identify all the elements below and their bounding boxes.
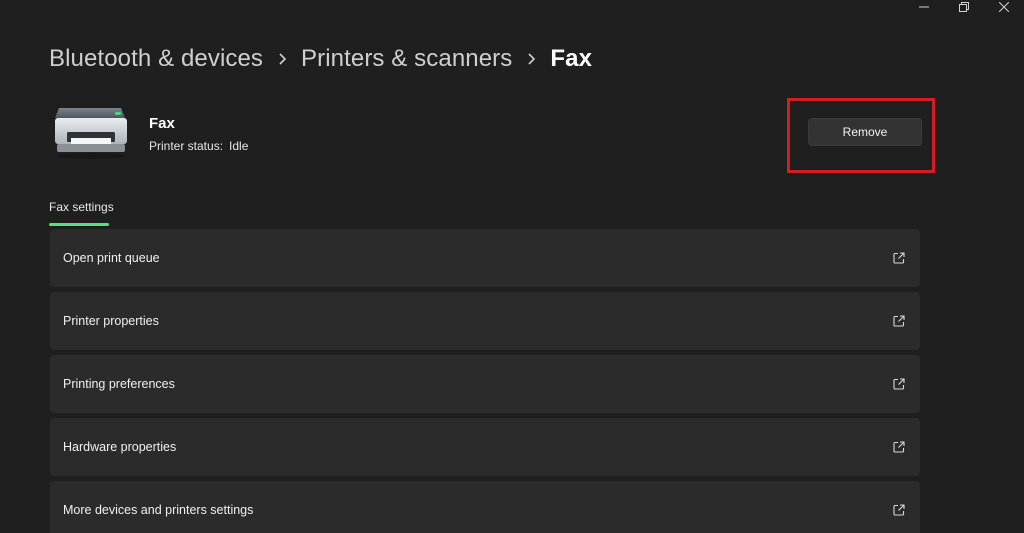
printer-status-label: Printer status: (149, 139, 224, 153)
external-link-icon (893, 441, 905, 453)
tab-active-indicator (49, 223, 109, 226)
chevron-right-icon (263, 42, 301, 76)
window-controls (904, 0, 1024, 14)
more-devices-printers-settings-row[interactable]: More devices and printers settings (50, 481, 920, 533)
settings-list: Open print queue Printer properties Prin… (50, 229, 920, 533)
external-link-icon (893, 504, 905, 516)
breadcrumb: Bluetooth & devices Printers & scanners … (49, 42, 592, 76)
printer-properties-row[interactable]: Printer properties (50, 292, 920, 350)
printer-icon (53, 104, 129, 160)
breadcrumb-fax: Fax (550, 45, 593, 72)
setting-label: Printer properties (63, 314, 159, 328)
breadcrumb-printers-scanners[interactable]: Printers & scanners (301, 45, 512, 73)
external-link-icon (893, 378, 905, 390)
printing-preferences-row[interactable]: Printing preferences (50, 355, 920, 413)
setting-label: Printing preferences (63, 377, 175, 391)
close-button[interactable] (984, 0, 1024, 14)
restore-button[interactable] (944, 0, 984, 14)
close-icon (999, 2, 1009, 12)
breadcrumb-bluetooth-devices[interactable]: Bluetooth & devices (49, 45, 263, 73)
setting-label: Hardware properties (63, 440, 177, 454)
minimize-button[interactable] (904, 0, 944, 14)
printer-status-value: Idle (229, 139, 249, 153)
remove-button[interactable]: Remove (808, 118, 922, 146)
chevron-right-icon (512, 42, 550, 76)
external-link-icon (893, 252, 905, 264)
setting-label: Open print queue (63, 251, 160, 265)
printer-status: Printer status: Idle (149, 139, 248, 153)
restore-icon (959, 2, 969, 12)
device-name: Fax (149, 115, 175, 132)
setting-label: More devices and printers settings (63, 503, 254, 517)
minimize-icon (919, 6, 929, 8)
tab-fax-settings[interactable]: Fax settings (49, 200, 114, 214)
settings-window: Bluetooth & devices Printers & scanners … (0, 0, 1024, 533)
open-print-queue-row[interactable]: Open print queue (50, 229, 920, 287)
external-link-icon (893, 315, 905, 327)
hardware-properties-row[interactable]: Hardware properties (50, 418, 920, 476)
